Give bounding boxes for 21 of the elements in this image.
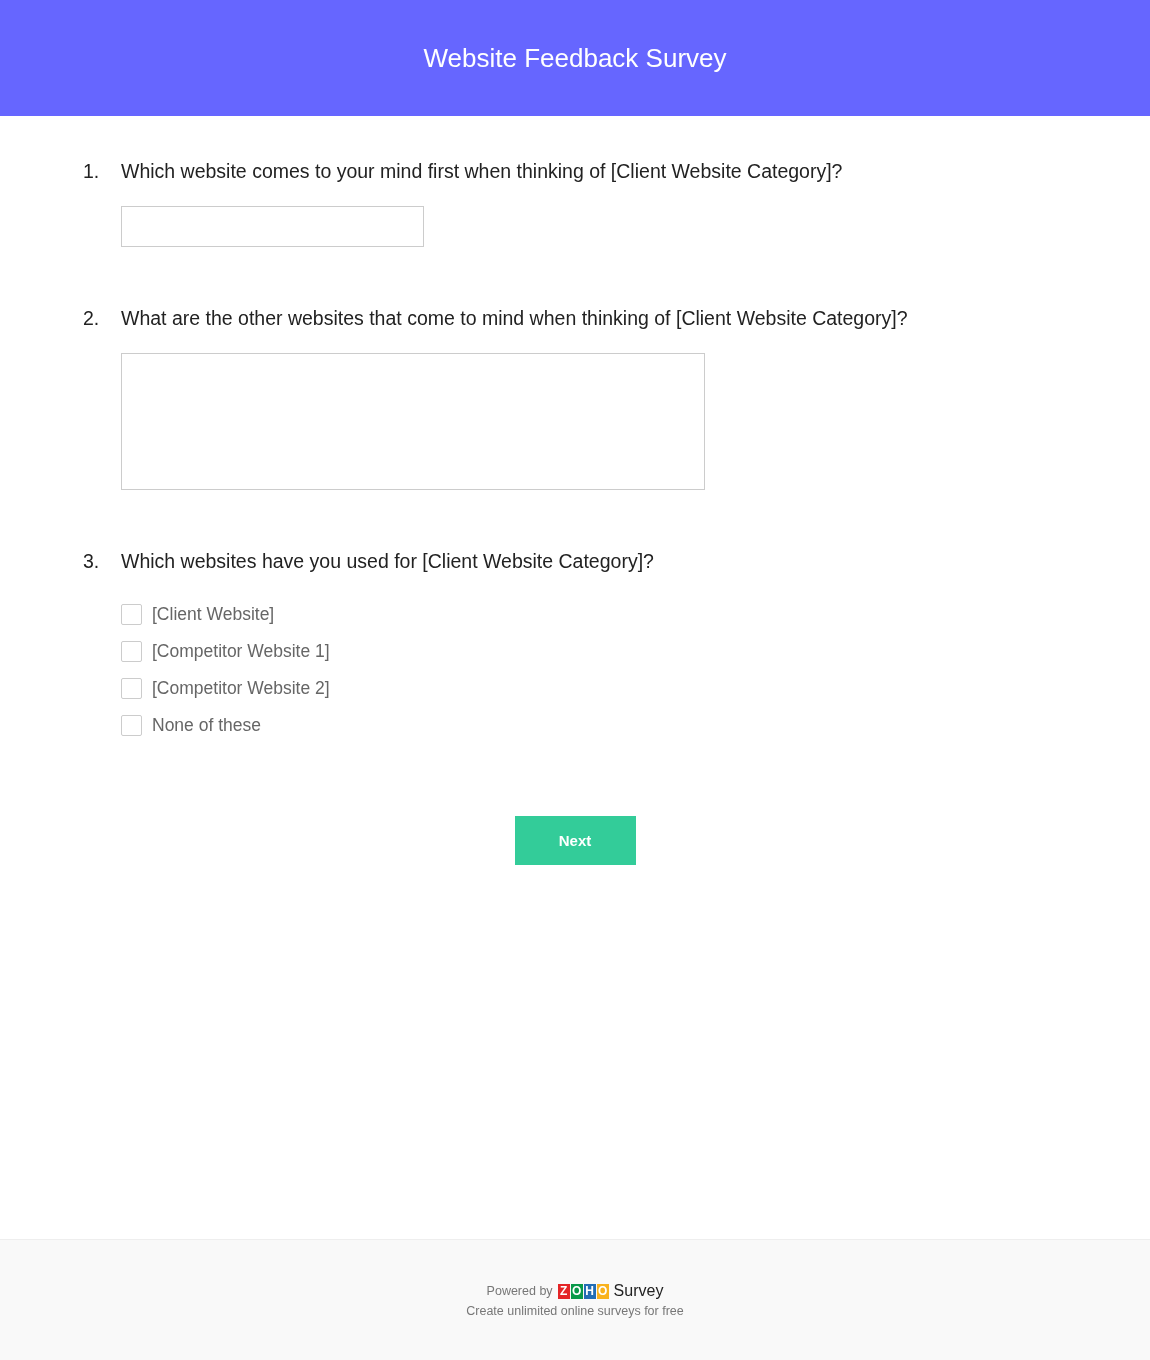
question-text: Which website comes to your mind first when thinking of [Client Website Category]?	[121, 159, 843, 184]
checkbox[interactable]	[121, 604, 142, 625]
option-label: None of these	[152, 715, 261, 736]
product-name: Survey	[613, 1282, 664, 1300]
option-label: [Client Website]	[152, 604, 275, 625]
option-label: [Competitor Website 1]	[152, 641, 330, 662]
powered-by-text: Powered by	[486, 1284, 553, 1298]
question-text: Which websites have you used for [Client Website Category]?	[121, 549, 654, 574]
question-number: 1.	[83, 159, 101, 184]
question-number: 3.	[83, 549, 101, 574]
survey-title: Website Feedback Survey	[423, 42, 727, 74]
answer-field[interactable]	[121, 206, 424, 247]
option-label: [Competitor Website 2]	[152, 678, 330, 699]
question-number: 2.	[83, 306, 101, 331]
tagline: Create unlimited online surveys for free	[466, 1304, 684, 1318]
checkbox[interactable]	[121, 678, 142, 699]
answer-box[interactable]	[121, 353, 705, 490]
checkbox[interactable]	[121, 715, 142, 736]
logo[interactable]: Z O H O	[557, 1283, 609, 1299]
checkbox[interactable]	[121, 641, 142, 662]
question-text: What are the other websites that come to mind when thinking of [Client Website Category]?	[121, 306, 908, 331]
